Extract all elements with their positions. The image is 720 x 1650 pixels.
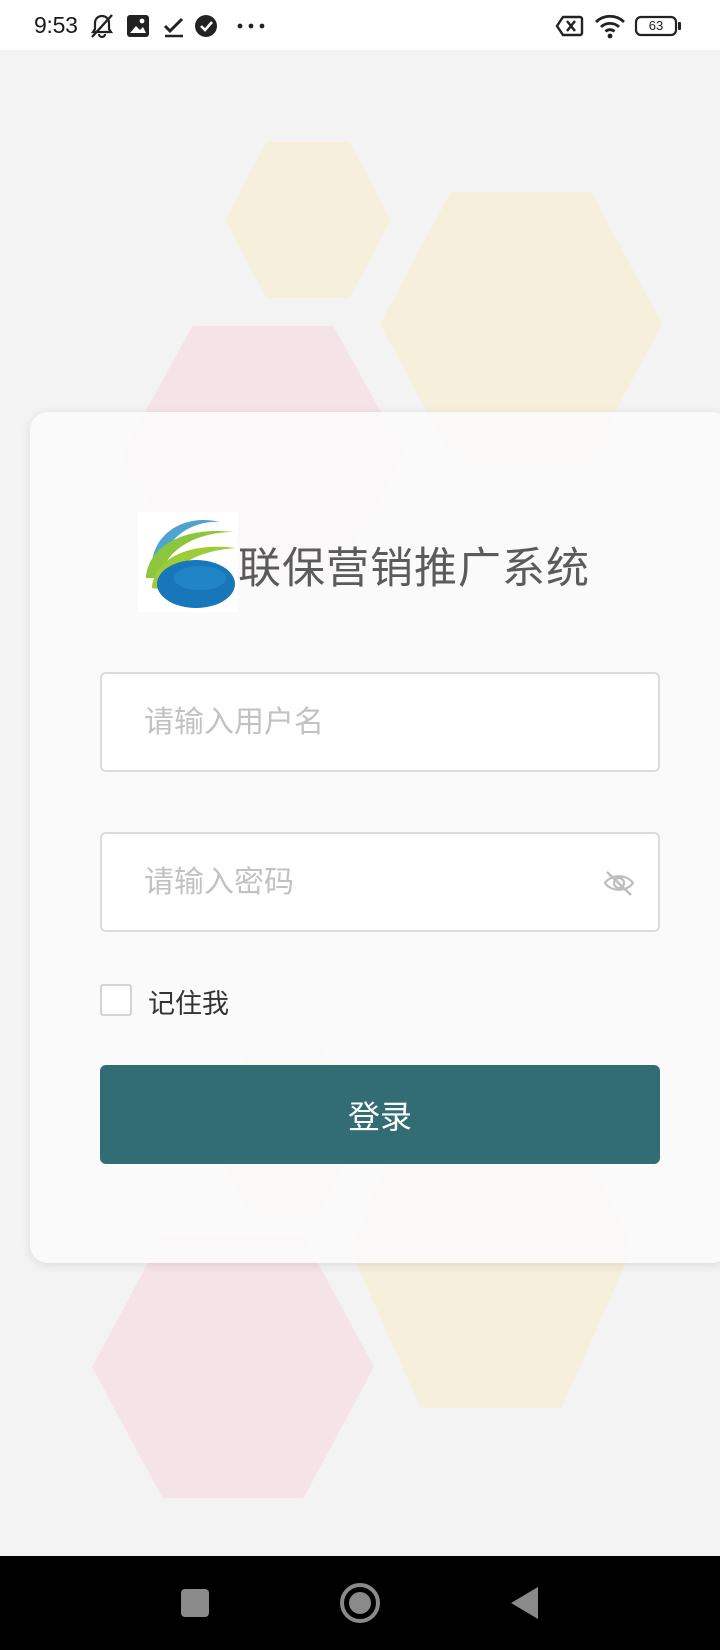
verified-icon <box>192 12 220 40</box>
brand-header: 联保营销推广系统 <box>138 512 658 612</box>
battery-level: 63 <box>648 18 664 33</box>
username-field[interactable] <box>100 672 660 772</box>
back-triangle-icon[interactable] <box>500 1578 550 1628</box>
more-dots-icon <box>234 12 268 40</box>
navigation-bar <box>0 1556 720 1650</box>
hexagon-decoration <box>92 1236 374 1498</box>
app-title: 联保营销推广系统 <box>238 544 590 594</box>
password-input[interactable] <box>102 834 658 930</box>
wifi-icon <box>594 12 626 40</box>
remember-me-row[interactable]: 记住我 <box>100 982 400 1021</box>
notifications-muted-icon <box>88 12 116 40</box>
username-input[interactable] <box>102 674 658 770</box>
status-time: 9:53 <box>34 12 78 38</box>
gallery-icon <box>124 12 152 40</box>
home-circle-icon[interactable] <box>335 1578 385 1628</box>
recents-square-icon[interactable] <box>170 1578 220 1628</box>
remember-me-checkbox[interactable] <box>100 984 132 1016</box>
password-field[interactable] <box>100 832 660 932</box>
app-logo <box>138 512 238 612</box>
password-visibility-toggle-icon[interactable] <box>602 866 636 900</box>
sim-disabled-icon <box>555 12 585 40</box>
checkmark-icon <box>160 12 188 40</box>
status-bar: 9:53 63 <box>0 0 720 50</box>
battery-icon: 63 <box>634 12 682 40</box>
login-button[interactable]: 登录 <box>100 1065 660 1164</box>
login-card: 联保营销推广系统 记住我 登录 <box>30 412 720 1263</box>
hexagon-decoration <box>225 142 391 298</box>
remember-me-label[interactable]: 记住我 <box>148 982 229 1021</box>
